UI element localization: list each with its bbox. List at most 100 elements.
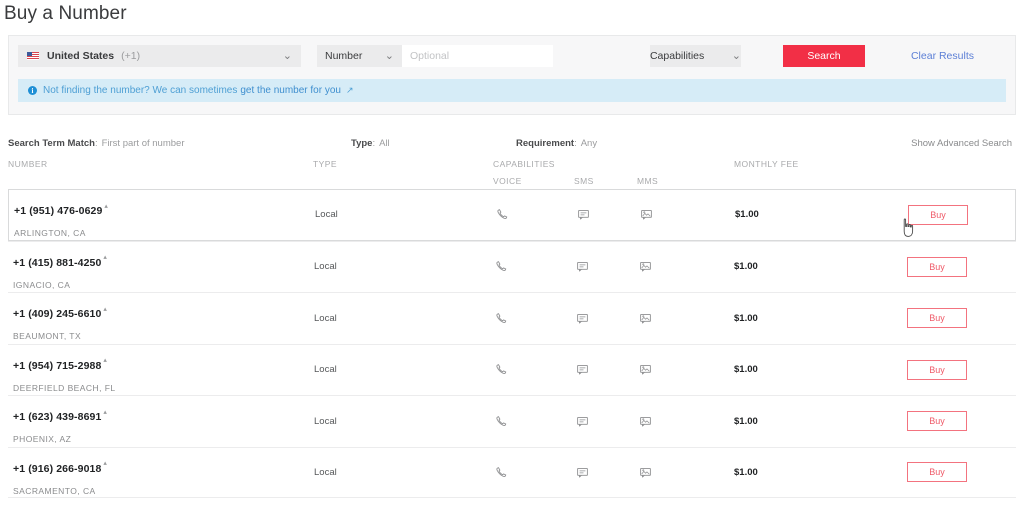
table-header-row: NUMBER TYPE CAPABILITIES MONTHLY FEE VOI… <box>8 151 1016 189</box>
filter-summary-row: Search Term Match: First part of number … <box>8 135 1016 151</box>
mms-capability-icon <box>639 260 652 273</box>
monthly-fee: $1.00 <box>734 466 758 478</box>
buy-button[interactable]: Buy <box>907 411 967 432</box>
buy-button[interactable]: Buy <box>907 308 967 329</box>
table-row[interactable]: +1 (409) 245-6610 ▴ BEAUMONT, TX Local $1.00… <box>8 292 1016 344</box>
get-number-link[interactable]: get the number for you <box>240 85 341 96</box>
column-header-monthly-fee: MONTHLY FEE <box>734 159 799 169</box>
number-cell: +1 (951) 476-0629 ▴ ARLINGTON, CA <box>14 201 108 238</box>
number-cell: +1 (409) 245-6610 ▴ BEAUMONT, TX <box>13 304 107 341</box>
table-body: +1 (951) 476-0629 ▴ ARLINGTON, CA Local $1.0… <box>8 189 1016 498</box>
sms-capability-icon <box>576 415 589 428</box>
capabilities-label: Capabilities <box>649 50 705 62</box>
sms-capability-icon <box>576 466 589 479</box>
buy-button[interactable]: Buy <box>907 462 967 483</box>
monthly-fee: $1.00 <box>734 312 758 324</box>
search-controls-row: United States (+1) ⌄ Number ⌄ Capabiliti… <box>18 45 1006 67</box>
number-cell: +1 (623) 439-8691 ▴ PHOENIX, AZ <box>13 407 107 444</box>
chevron-down-icon: ⌄ <box>282 49 292 62</box>
number-location: SACRAMENTO, CA <box>13 485 96 496</box>
number-type: Local <box>314 261 337 273</box>
capabilities-filter-button[interactable]: Capabilities ⌄ <box>649 45 741 67</box>
buy-button[interactable]: Buy <box>907 256 967 277</box>
table-row[interactable]: +1 (415) 881-4250 ▴ IGNACIO, CA Local $1.00 B… <box>8 240 1016 293</box>
column-header-mms: MMS <box>637 176 659 186</box>
number-type: Local <box>314 364 337 376</box>
number-cell: +1 (954) 715-2988 ▴ DEERFIELD BEACH, FL <box>13 356 116 393</box>
filter-value: First part of number <box>101 137 185 149</box>
filter-label: Type <box>351 137 373 149</box>
filter-value: Any <box>580 137 598 149</box>
phone-number: +1 (954) 715-2988 <box>13 359 102 372</box>
address-required-icon: ▴ <box>104 202 108 210</box>
mms-capability-icon <box>640 208 653 221</box>
number-type: Local <box>314 415 337 427</box>
info-banner: i Not finding the number? We can sometim… <box>18 79 1006 102</box>
column-header-number: NUMBER <box>8 159 48 169</box>
table-row[interactable]: +1 (954) 715-2988 ▴ DEERFIELD BEACH, FL Loc… <box>8 343 1016 396</box>
voice-capability-icon <box>495 466 508 479</box>
phone-number: +1 (623) 439-8691 <box>13 411 102 423</box>
clear-results-link[interactable]: Clear Results <box>911 50 974 62</box>
address-required-icon: ▴ <box>103 357 107 365</box>
sms-capability-icon <box>576 312 589 325</box>
chevron-down-icon: ⌄ <box>384 49 394 62</box>
filter-label: Requirement <box>516 137 575 149</box>
search-panel: United States (+1) ⌄ Number ⌄ Capabiliti… <box>8 35 1016 115</box>
column-header-voice: VOICE <box>493 176 522 186</box>
voice-capability-icon <box>495 363 508 376</box>
number-type: Local <box>314 466 337 478</box>
filter-requirement: Requirement: Any <box>516 137 598 149</box>
country-select[interactable]: United States (+1) ⌄ <box>18 45 301 67</box>
table-row[interactable]: +1 (916) 266-9018 ▴ SACRAMENTO, CA Local $1.… <box>8 446 1016 498</box>
address-required-icon: ▴ <box>103 408 107 416</box>
buy-button[interactable]: Buy <box>908 204 968 225</box>
filter-search-term-match: Search Term Match: First part of number <box>8 137 185 149</box>
monthly-fee: $1.00 <box>734 261 758 273</box>
table-row[interactable]: +1 (623) 439-8691 ▴ PHOENIX, AZ Local $1.00 B… <box>8 395 1016 447</box>
search-button[interactable]: Search <box>782 45 865 67</box>
page-title: Buy a Number <box>4 3 127 24</box>
show-advanced-search-link[interactable]: Show Advanced Search <box>911 138 1012 149</box>
phone-number: +1 (951) 476-0629 <box>14 205 103 217</box>
column-header-capabilities: CAPABILITIES <box>493 159 555 169</box>
country-dial-code: (+1) <box>121 50 141 62</box>
mms-capability-icon <box>639 466 652 479</box>
sms-capability-icon <box>577 208 590 221</box>
number-type: Local <box>315 209 338 221</box>
number-type-select[interactable]: Number ⌄ <box>317 45 402 67</box>
filter-type: Type: All <box>351 137 390 149</box>
us-flag-icon <box>27 52 39 60</box>
column-header-type: TYPE <box>313 159 338 169</box>
search-term-input[interactable] <box>402 45 553 67</box>
chevron-down-icon: ⌄ <box>731 49 741 62</box>
phone-number: +1 (415) 881-4250 <box>13 256 102 269</box>
number-cell: +1 (916) 266-9018 ▴ SACRAMENTO, CA <box>13 459 107 496</box>
address-required-icon: ▴ <box>103 305 107 313</box>
info-banner-text: Not finding the number? We can sometimes <box>43 85 238 96</box>
voice-capability-icon <box>495 260 508 273</box>
address-required-icon: ▴ <box>103 460 107 468</box>
sms-capability-icon <box>576 363 589 376</box>
external-link-icon: ↗ <box>345 85 354 95</box>
number-location: ARLINGTON, CA <box>14 228 86 238</box>
sms-capability-icon <box>576 260 589 273</box>
monthly-fee: $1.00 <box>734 415 758 427</box>
buy-button[interactable]: Buy <box>907 359 967 380</box>
voice-capability-icon <box>495 312 508 325</box>
column-header-sms: SMS <box>574 176 594 186</box>
number-type-value: Number <box>325 50 363 62</box>
filter-value: All <box>379 137 390 149</box>
table-row[interactable]: +1 (951) 476-0629 ▴ ARLINGTON, CA Local $1.0… <box>8 189 1016 241</box>
mms-capability-icon <box>639 312 652 325</box>
phone-number: +1 (916) 266-9018 <box>13 462 102 475</box>
address-required-icon: ▴ <box>103 254 107 262</box>
phone-number: +1 (409) 245-6610 <box>13 308 102 320</box>
filter-label: Search Term Match <box>8 137 95 149</box>
results-table: NUMBER TYPE CAPABILITIES MONTHLY FEE VOI… <box>8 151 1016 498</box>
voice-capability-icon <box>495 415 508 428</box>
mms-capability-icon <box>639 363 652 376</box>
info-icon: i <box>28 86 37 95</box>
number-location: DEERFIELD BEACH, FL <box>13 382 116 393</box>
number-location: PHOENIX, AZ <box>13 434 72 444</box>
